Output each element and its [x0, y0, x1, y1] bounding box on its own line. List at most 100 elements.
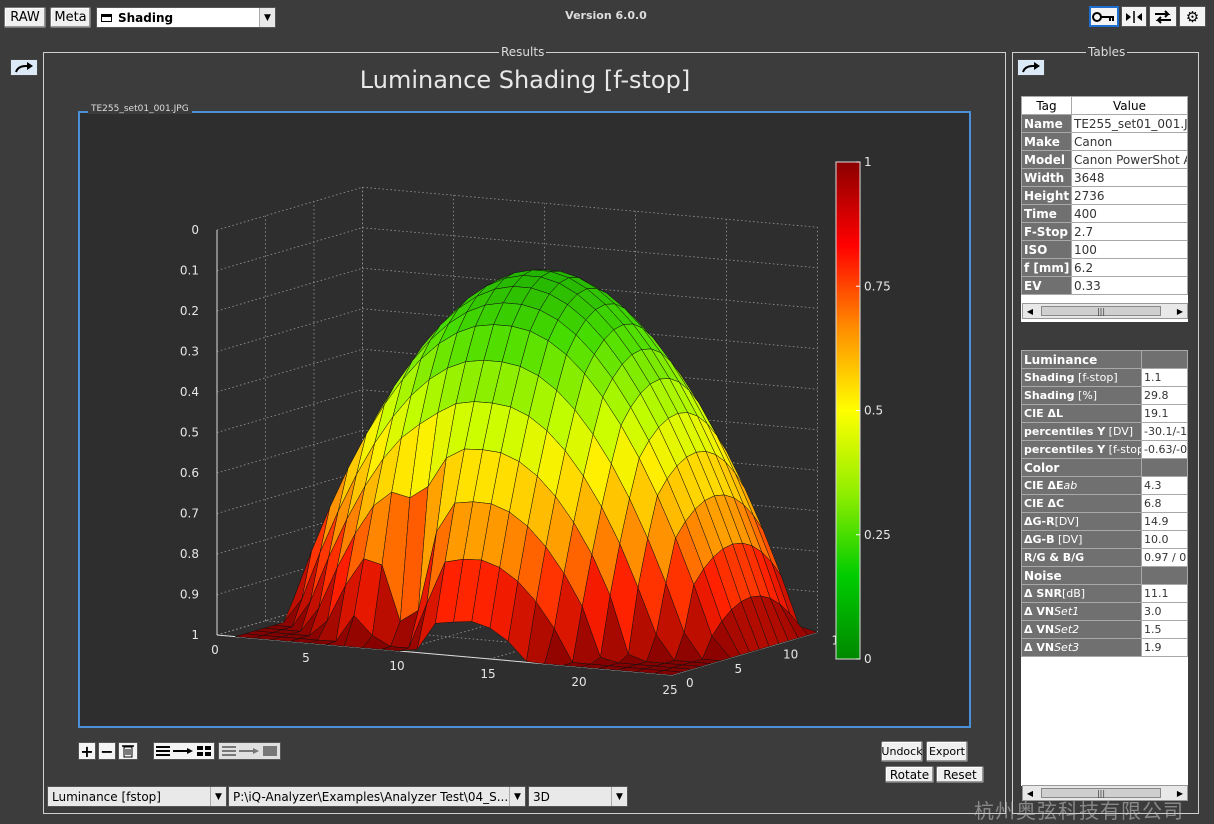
gear-icon[interactable]: ⚙ [1179, 6, 1206, 27]
table-row[interactable]: Δ SNR[dB] 11.1 [1021, 584, 1188, 603]
metric-value: 6.8 [1141, 494, 1188, 513]
table-row[interactable]: Time 400 [1021, 204, 1188, 223]
table-row[interactable]: ModelCanon PowerShot A... [1021, 150, 1188, 169]
undock-arrow-icon[interactable] [10, 59, 38, 76]
table-row[interactable]: ISO 100 [1021, 240, 1188, 259]
value-cell: Canon PowerShot A... [1071, 150, 1188, 169]
value-cell: 400 [1071, 204, 1188, 223]
metric-value: 1.5 [1141, 620, 1188, 639]
table-row[interactable]: Shading [f-stop] 1.1 [1021, 368, 1188, 387]
metric-value: 4.3 [1141, 476, 1188, 495]
scroll-left-icon[interactable]: ◀ [1023, 304, 1037, 318]
table-row[interactable]: Height 2736 [1021, 186, 1188, 205]
scroll-thumb[interactable]: ||| [1041, 306, 1161, 316]
metric-value: -0.63/-0.0 [1141, 440, 1188, 459]
path-select[interactable]: P:\iQ-Analyzer\Examples\Analyzer Test\04… [228, 786, 526, 807]
key-icon[interactable] [1089, 6, 1119, 27]
table-row[interactable]: NameTE255_set01_001.JPG [1021, 114, 1188, 133]
table-row[interactable]: Shading [%] 29.8 [1021, 386, 1188, 405]
metric-cell: Δ SNR[dB] [1021, 584, 1142, 603]
metric-unit: [dB] [1061, 587, 1086, 600]
value-cell: 2736 [1071, 186, 1188, 205]
rotate-button[interactable]: Rotate [885, 766, 934, 783]
grid-line [216, 308, 363, 352]
column-header[interactable]: Tag [1021, 96, 1072, 115]
z-tick-label: 0.8 [180, 547, 199, 561]
value-cell: 2.7 [1071, 222, 1188, 241]
metric-name: Δ SNR [1024, 587, 1062, 600]
z-tick-label: 0.3 [180, 345, 199, 359]
surface-plot[interactable]: 00.10.20.30.40.50.60.70.80.910510152025 0… [80, 113, 969, 726]
tag-cell: Height [1021, 186, 1072, 205]
z-tick-label: 0.5 [180, 426, 199, 440]
module-select[interactable]: Shading ▼ [96, 7, 276, 28]
metric-value: 0.97 / 0. [1141, 548, 1188, 567]
table-row[interactable]: R/G & B/G 0.97 / 0. [1021, 548, 1188, 567]
view-select-value: 3D [533, 789, 550, 804]
measure-select[interactable]: Luminance [fstop] ▼ [47, 786, 227, 807]
table-row[interactable]: CIE ΔL 19.1 [1021, 404, 1188, 423]
tag-cell: Time [1021, 204, 1072, 223]
results-panel-title: Results [499, 45, 547, 59]
table-row[interactable]: percentiles Y [DV]-30.1/-1.4 [1021, 422, 1188, 441]
reset-button[interactable]: Reset [936, 766, 984, 783]
table-row[interactable]: Δ VNSet2 1.5 [1021, 620, 1188, 639]
trash-icon[interactable] [118, 742, 138, 760]
column-header[interactable]: Value [1071, 96, 1188, 115]
metric-value: 1.9 [1141, 638, 1188, 657]
meta-button[interactable]: Meta [50, 7, 91, 28]
undock-button[interactable]: Undock [881, 741, 923, 762]
table-row[interactable]: Width 3648 [1021, 168, 1188, 187]
table-row[interactable]: Noise [1021, 566, 1188, 585]
chevron-down-icon: ▼ [259, 8, 275, 27]
tag-cell: EV [1021, 276, 1072, 295]
colorbar-tick-label: 0.5 [864, 404, 883, 418]
chevron-down-icon: ▼ [509, 787, 525, 806]
table-row[interactable]: Make Canon [1021, 132, 1188, 151]
metric-cell: Δ VNSet2 [1021, 620, 1142, 639]
metric-unit: Set3 [1054, 641, 1080, 654]
x-tick-label: 15 [480, 667, 495, 681]
table-row[interactable]: CIE ΔEab 4.3 [1021, 476, 1188, 495]
table-row[interactable]: percentiles Y [f-stop]-0.63/-0.0 [1021, 440, 1188, 459]
meta-table-scrollbar[interactable]: ◀ ||| ▶ [1022, 303, 1188, 319]
table-row[interactable]: F-Stop 2.7 [1021, 222, 1188, 241]
table-row[interactable]: Δ VNSet1 3.0 [1021, 602, 1188, 621]
view-select[interactable]: 3D ▼ [528, 786, 628, 807]
zoom-in-icon[interactable]: + [78, 742, 96, 761]
table-row[interactable]: Luminance [1021, 350, 1188, 369]
scroll-right-icon[interactable]: ▶ [1173, 304, 1187, 318]
table-row[interactable]: CIE ΔC 6.8 [1021, 494, 1188, 513]
raw-button[interactable]: RAW [4, 7, 46, 28]
table-row[interactable]: Color [1021, 458, 1188, 477]
y-tick-label: 5 [735, 662, 743, 676]
swap-icon[interactable] [1149, 6, 1177, 27]
metric-cell: ΔG-B [DV] [1021, 530, 1142, 549]
z-tick-label: 0.7 [180, 507, 199, 521]
metric-cell: Shading [%] [1021, 386, 1142, 405]
value-cell: 3648 [1071, 168, 1188, 187]
metric-cell: CIE ΔC [1021, 494, 1142, 513]
tag-cell: f [mm] [1021, 258, 1072, 277]
table-row[interactable]: ΔG-R[DV] 14.9 [1021, 512, 1188, 531]
metric-cell: percentiles Y [f-stop] [1021, 440, 1142, 459]
table-row[interactable]: Δ VNSet3 1.9 [1021, 638, 1188, 657]
metric-unit: [DV] [1054, 515, 1079, 528]
value-cell: 6.2 [1071, 258, 1188, 277]
grid-line [216, 389, 363, 433]
layout-list-grid-icon[interactable] [153, 742, 215, 760]
layout-list-single-icon[interactable] [218, 742, 281, 760]
meta-table-wrap: Tag Value NameTE255_set01_001.JPGMakeCan… [1021, 96, 1188, 322]
metric-name: ΔG-B [1024, 533, 1055, 546]
table-row[interactable]: f [mm] 6.2 [1021, 258, 1188, 277]
grid-line [362, 227, 818, 269]
zoom-out-icon[interactable]: − [98, 742, 116, 761]
value-cell: 100 [1071, 240, 1188, 259]
value-cell: TE255_set01_001.JPG [1071, 114, 1188, 133]
table-row[interactable]: EV 0.33 [1021, 276, 1188, 295]
table-row[interactable]: ΔG-B [DV] 10.0 [1021, 530, 1188, 549]
split-view-icon[interactable] [1121, 6, 1147, 27]
export-button[interactable]: Export [926, 741, 968, 762]
undock-arrow-icon[interactable] [1017, 59, 1045, 76]
watermark: 杭州奥弦科技有限公司 [974, 799, 1184, 823]
